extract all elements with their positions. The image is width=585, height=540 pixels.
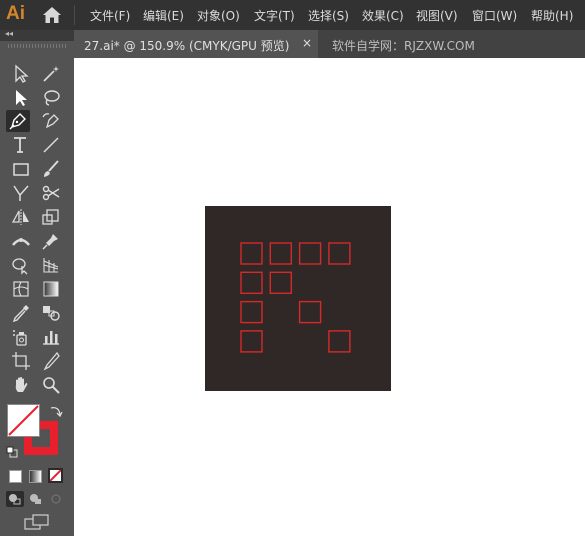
- rectangle-tool-icon[interactable]: [9, 158, 33, 180]
- panel-grip[interactable]: [8, 44, 66, 48]
- tab-active-label: 27.ai* @ 150.9% (CMYK/GPU 预览): [84, 39, 290, 53]
- lasso-tool-icon[interactable]: [39, 87, 63, 109]
- default-fill-stroke-icon[interactable]: [6, 446, 18, 458]
- blend-tool-icon[interactable]: [39, 302, 63, 324]
- tools-panel-header: ◂◂: [0, 29, 74, 41]
- menu-view[interactable]: 视图(V): [416, 7, 458, 24]
- eyedropper-tool-icon[interactable]: [9, 302, 33, 324]
- fill-color-swatch[interactable]: [7, 404, 40, 437]
- menu-file[interactable]: 文件(F): [90, 7, 130, 24]
- curvature-tool-icon[interactable]: [39, 110, 63, 132]
- menu-bar: Ai 文件(F) 编辑(E) 对象(O) 文字(T) 选择(S) 效果(C) 视…: [0, 0, 585, 30]
- zoom-tool-icon[interactable]: [39, 374, 63, 396]
- menu-object[interactable]: 对象(O): [197, 7, 240, 24]
- mesh-tool-icon[interactable]: [9, 278, 33, 300]
- shape-builder-tool-icon[interactable]: [9, 254, 33, 276]
- puppet-warp-tool-icon[interactable]: [39, 230, 63, 252]
- draw-normal-icon[interactable]: [6, 491, 24, 507]
- menu-window[interactable]: 窗口(W): [472, 7, 517, 24]
- draw-inside-icon[interactable]: [48, 491, 66, 507]
- tab-close-icon[interactable]: ×: [302, 36, 312, 50]
- width-tool-icon[interactable]: [9, 230, 33, 252]
- artwork[interactable]: [74, 58, 585, 536]
- document-tab-bar: 27.ai* @ 150.9% (CMYK/GPU 预览) × 软件自学网：RJ…: [74, 30, 585, 58]
- type-tool-icon[interactable]: [9, 134, 33, 156]
- tab-inactive-label[interactable]: 软件自学网：RJZXW.COM: [332, 37, 475, 54]
- scale-tool-icon[interactable]: [39, 206, 63, 228]
- app-logo: Ai: [6, 3, 25, 24]
- swap-fill-stroke-icon[interactable]: [49, 404, 63, 418]
- menu-select[interactable]: 选择(S): [308, 7, 349, 24]
- pen-tool-icon[interactable]: [6, 110, 30, 132]
- menu-type[interactable]: 文字(T): [254, 7, 295, 24]
- menu-edit[interactable]: 编辑(E): [143, 7, 184, 24]
- tab-document-active[interactable]: 27.ai* @ 150.9% (CMYK/GPU 预览) ×: [74, 30, 318, 58]
- slice-tool-icon[interactable]: [39, 350, 63, 372]
- menu-separator: [74, 5, 75, 25]
- scissors-tool-icon[interactable]: [39, 182, 63, 204]
- selection-tool-icon[interactable]: [9, 63, 33, 85]
- canvas-area[interactable]: [74, 58, 585, 536]
- direct-selection-tool-icon[interactable]: [9, 87, 33, 109]
- symbol-sprayer-tool-icon[interactable]: [9, 326, 33, 348]
- gradient-mode-icon[interactable]: [29, 470, 42, 483]
- color-mode-icon[interactable]: [9, 470, 22, 483]
- reflect-tool-icon[interactable]: [9, 206, 33, 228]
- hand-tool-icon[interactable]: [9, 374, 33, 396]
- collapse-panel-icon[interactable]: ◂◂: [5, 29, 13, 38]
- magic-wand-tool-icon[interactable]: [39, 63, 63, 85]
- tools-panel: ◂◂: [0, 29, 74, 536]
- none-mode-icon[interactable]: [48, 468, 63, 483]
- draw-behind-icon[interactable]: [27, 491, 45, 507]
- column-graph-tool-icon[interactable]: [39, 326, 63, 348]
- menu-help[interactable]: 帮助(H): [531, 7, 573, 24]
- perspective-grid-tool-icon[interactable]: [39, 254, 63, 276]
- shaper-tool-icon[interactable]: [9, 182, 33, 204]
- paintbrush-tool-icon[interactable]: [39, 158, 63, 180]
- home-icon[interactable]: [42, 6, 62, 24]
- artboard-tool-icon[interactable]: [9, 350, 33, 372]
- gradient-tool-icon[interactable]: [39, 278, 63, 300]
- line-segment-tool-icon[interactable]: [39, 134, 63, 156]
- screen-mode-icon[interactable]: [24, 514, 50, 530]
- menu-effect[interactable]: 效果(C): [362, 7, 404, 24]
- artwork-background[interactable]: [205, 206, 391, 391]
